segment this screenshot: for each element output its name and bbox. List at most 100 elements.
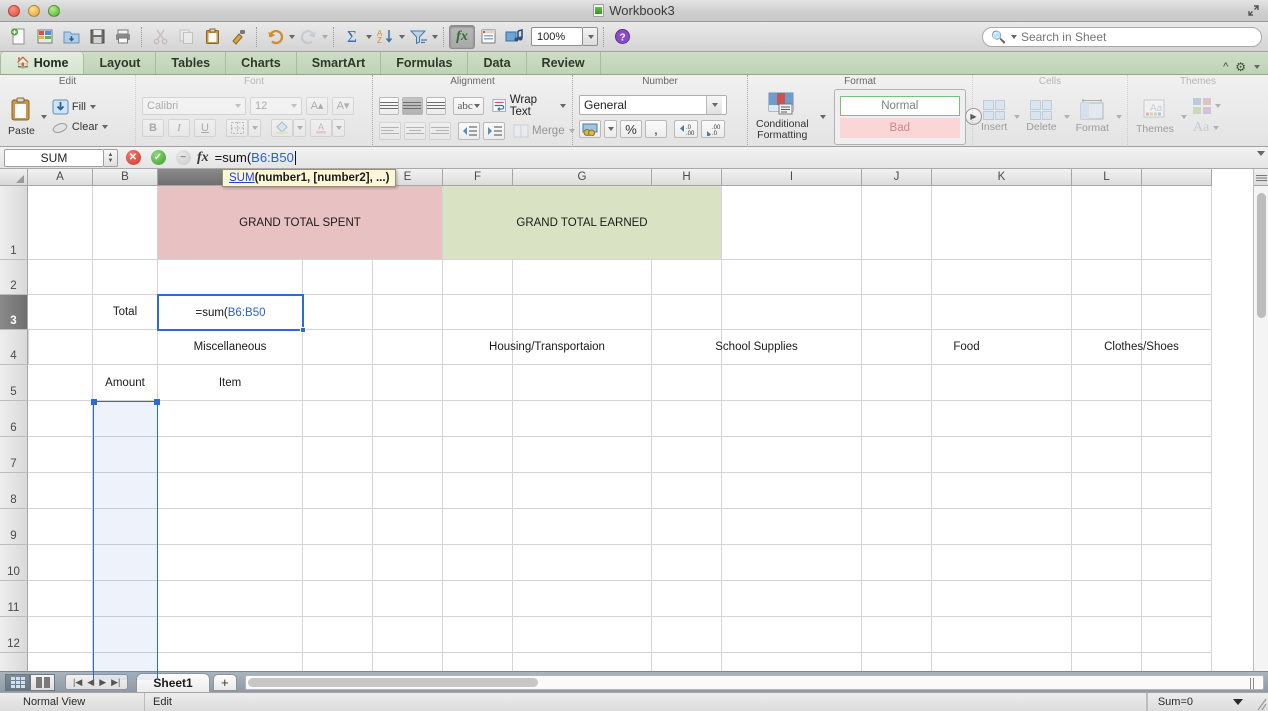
row-header-4[interactable]: 4: [0, 330, 28, 365]
cell[interactable]: [373, 330, 443, 365]
cell[interactable]: [932, 581, 1072, 617]
cell[interactable]: [932, 186, 1072, 260]
cell[interactable]: [652, 617, 722, 653]
redo-dropdown-icon[interactable]: [322, 34, 328, 39]
cell[interactable]: [158, 401, 303, 437]
column-header-j[interactable]: J: [862, 169, 932, 186]
cell[interactable]: [303, 545, 373, 581]
cell[interactable]: [1142, 186, 1212, 260]
cell[interactable]: [932, 437, 1072, 473]
cell[interactable]: [652, 473, 722, 509]
cell[interactable]: [443, 365, 513, 401]
column-header-l[interactable]: L: [1072, 169, 1142, 186]
tab-charts[interactable]: Charts: [226, 52, 297, 74]
number-format-select[interactable]: General: [579, 95, 727, 115]
cell[interactable]: [93, 260, 158, 295]
cell[interactable]: [28, 260, 93, 295]
cell[interactable]: [932, 260, 1072, 295]
cell[interactable]: [862, 295, 932, 330]
cell[interactable]: [1142, 437, 1212, 473]
name-box-stepper[interactable]: ▲ ▼: [104, 148, 118, 167]
tab-review[interactable]: Review: [527, 52, 601, 74]
font-size-select[interactable]: 12: [250, 96, 302, 115]
cell[interactable]: [443, 473, 513, 509]
cell[interactable]: [862, 437, 932, 473]
cell[interactable]: [158, 617, 303, 653]
fx-icon[interactable]: fx: [197, 150, 209, 166]
cell[interactable]: [28, 437, 93, 473]
comma-format-button[interactable]: ,: [645, 120, 667, 138]
cell[interactable]: [513, 473, 652, 509]
cell[interactable]: [1072, 617, 1142, 653]
row-header-1[interactable]: 1: [0, 186, 28, 260]
active-cell-c3[interactable]: =sum(B6:B50: [157, 294, 306, 333]
gear-dropdown-icon[interactable]: [1254, 65, 1260, 69]
cancel-formula-button[interactable]: ✕: [123, 148, 143, 168]
horizontal-scrollbar[interactable]: [244, 674, 1264, 690]
vertical-scroll-thumb[interactable]: [1257, 193, 1266, 318]
gear-icon[interactable]: ⚙: [1235, 60, 1246, 74]
cell[interactable]: [513, 401, 652, 437]
toolbox-icon[interactable]: [475, 25, 501, 49]
align-bottom-button[interactable]: [425, 96, 446, 115]
fullscreen-icon[interactable]: [1247, 4, 1260, 17]
cell[interactable]: [28, 295, 93, 330]
column-header-blank[interactable]: [1142, 169, 1212, 186]
formula-reference-range[interactable]: [91, 399, 160, 680]
cell-c5[interactable]: Item: [158, 365, 303, 401]
cell[interactable]: [652, 581, 722, 617]
fill-dropdown-icon[interactable]: [89, 104, 96, 109]
currency-dropdown-icon[interactable]: [604, 120, 617, 138]
theme-colors-dropdown-icon[interactable]: [1214, 103, 1221, 108]
column-header-a[interactable]: A: [28, 169, 93, 186]
cell[interactable]: [158, 437, 303, 473]
font-color-dropdown-icon[interactable]: [332, 118, 345, 137]
cell[interactable]: [28, 330, 93, 365]
sort-group[interactable]: AZ: [372, 25, 405, 49]
cell[interactable]: [513, 295, 652, 330]
cell[interactable]: [722, 295, 862, 330]
cell[interactable]: [373, 365, 443, 401]
themes-dropdown-icon[interactable]: [1180, 114, 1187, 119]
cell[interactable]: [373, 617, 443, 653]
cell[interactable]: [1142, 401, 1212, 437]
cell[interactable]: [652, 260, 722, 295]
column-header-i[interactable]: I: [722, 169, 862, 186]
cell[interactable]: [513, 545, 652, 581]
cell[interactable]: [722, 509, 862, 545]
bold-button[interactable]: B: [142, 118, 164, 137]
cell[interactable]: [373, 545, 443, 581]
orientation-button[interactable]: abc: [452, 96, 485, 115]
font-color-button[interactable]: A: [310, 118, 332, 137]
cell[interactable]: [28, 473, 93, 509]
borders-dropdown-icon[interactable]: [248, 118, 261, 137]
format-dropdown-icon[interactable]: [1115, 114, 1122, 119]
row-header-12[interactable]: 12: [0, 617, 28, 653]
format-cells-button[interactable]: Format: [1074, 99, 1111, 134]
row-header-11[interactable]: 11: [0, 581, 28, 617]
insert-dropdown-icon[interactable]: [1014, 114, 1021, 119]
zoom-dropdown-icon[interactable]: [583, 27, 598, 46]
cell[interactable]: [513, 509, 652, 545]
cell[interactable]: [443, 581, 513, 617]
cell[interactable]: [28, 401, 93, 437]
cell[interactable]: [513, 365, 652, 401]
cell[interactable]: [722, 545, 862, 581]
cell[interactable]: [28, 581, 93, 617]
media-browser-icon[interactable]: [501, 25, 527, 49]
theme-fonts-button[interactable]: Aa: [1193, 120, 1221, 136]
status-sum-area[interactable]: Sum=0: [1146, 692, 1253, 711]
cell[interactable]: [722, 617, 862, 653]
redo-icon[interactable]: [295, 25, 321, 49]
cell[interactable]: [443, 260, 513, 295]
formula-builder-toggle[interactable]: −: [173, 148, 193, 168]
cell[interactable]: [722, 437, 862, 473]
tab-layout[interactable]: Layout: [84, 52, 157, 74]
decrease-decimal-button[interactable]: .0.00: [674, 120, 698, 138]
cell[interactable]: [443, 545, 513, 581]
underline-button[interactable]: U: [194, 118, 216, 137]
formula-builder-icon[interactable]: fx: [449, 24, 475, 49]
cell[interactable]: [652, 509, 722, 545]
wrap-text-button[interactable]: Wrap Text: [492, 94, 566, 118]
clear-button[interactable]: Clear: [52, 119, 109, 135]
